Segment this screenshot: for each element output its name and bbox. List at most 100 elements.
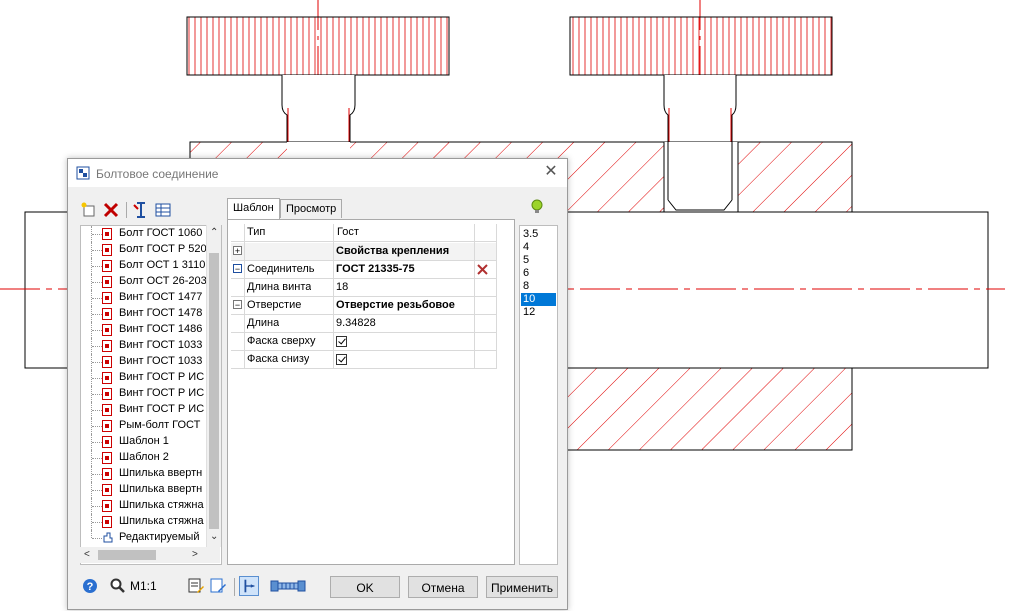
edit-table-icon[interactable] [187,577,205,595]
tree-hscroll-thumb[interactable] [98,550,156,560]
tree-item[interactable]: Болт ГОСТ 1060 [81,226,211,242]
title-bar: Болтовое соединение ✕ [68,159,567,187]
property-value: Свойства крепления [336,245,450,257]
scroll-right-icon[interactable]: > [192,549,198,560]
tree-scroll-thumb[interactable] [209,253,219,529]
size-item[interactable]: 8 [521,280,556,293]
scroll-down-icon[interactable]: ⌄ [210,531,218,542]
fastener-icon [102,436,112,448]
property-name: Фаска сверху [247,335,316,347]
property-name: Длина [247,317,280,329]
svg-text:?: ? [87,581,94,593]
apply-button[interactable]: Применить [486,576,558,598]
dimension-icon[interactable] [239,576,259,596]
new-item-icon[interactable] [80,201,98,219]
property-row[interactable]: Длина винта 18 [231,279,496,297]
tab-template[interactable]: Шаблон [227,198,280,219]
tree-vertical-scrollbar[interactable]: ⌃ ⌄ [206,225,221,547]
fastener-icon [102,308,112,320]
fastener-icon [102,388,112,400]
fastener-icon [102,372,112,384]
tree-item[interactable]: Шаблон 2 [81,450,211,466]
tree-item[interactable]: Винт ГОСТ 1478 [81,306,211,322]
zoom-icon[interactable] [110,578,126,594]
close-icon: ✕ [544,163,558,180]
fastener-icon [102,404,112,416]
property-row[interactable]: + Свойства крепления [231,243,496,261]
tree-item[interactable]: Шпилька ввертн [81,482,211,498]
tree-item[interactable]: Винт ГОСТ Р ИС [81,402,211,418]
collapse-icon[interactable]: − [233,264,242,274]
tree-item[interactable]: Шпилька стяжна [81,514,211,530]
edit-hand-icon [103,532,113,543]
property-value[interactable]: Отверстие резьбовое [336,297,455,314]
property-name: Фаска снизу [247,353,310,365]
property-value[interactable]: 18 [336,279,348,296]
fastener-icon [102,244,112,256]
tree-horizontal-scrollbar[interactable]: < > [80,547,220,563]
size-item[interactable]: 6 [521,267,556,280]
tree-item[interactable]: Шпилька стяжна [81,498,211,514]
collapse-icon[interactable]: − [233,300,242,310]
app-icon [76,166,90,180]
fastener-icon [102,468,112,480]
tree-item[interactable]: Болт ОСТ 26-203 [81,274,211,290]
grid-divider [244,224,245,369]
property-row[interactable]: Длина 9.34828 [231,315,496,333]
property-row[interactable]: − Отверстие Отверстие резьбовое [231,297,496,315]
tree-item[interactable]: Винт ГОСТ Р ИС [81,386,211,402]
tree-item[interactable]: Болт ГОСТ Р 520 [81,242,211,258]
size-item[interactable]: 5 [521,254,556,267]
expand-icon[interactable]: + [233,246,242,256]
chamfer-top-checkbox[interactable] [336,336,347,347]
fastener-icon [102,292,112,304]
tree-item[interactable]: Винт ГОСТ 1033 [81,354,211,370]
tree-item[interactable]: Винт ГОСТ Р ИС [81,370,211,386]
hint-bulb-icon[interactable] [530,199,544,215]
tree-item[interactable]: Шаблон 1 [81,434,211,450]
fastener-icon [102,500,112,512]
tree-item[interactable]: Шпилька ввертн [81,466,211,482]
tree-item[interactable]: Винт ГОСТ 1033 [81,338,211,354]
dialog-title: Болтовое соединение [96,167,219,181]
size-item[interactable]: 3.5 [521,228,556,241]
fastener-icon [102,420,112,432]
fastener-icon [102,356,112,368]
tree-item[interactable]: Болт ОСТ 1 3110 [81,258,211,274]
size-item[interactable]: 12 [521,306,556,319]
chamfer-bottom-checkbox[interactable] [336,354,347,365]
fastener-icon [102,276,112,288]
bolt-assembly-icon[interactable] [270,577,306,595]
fastener-icon [102,260,112,272]
property-row[interactable]: Фаска сверху [231,333,496,351]
fastener-tree[interactable]: Болт ГОСТ 1060 Болт ГОСТ Р 520 Болт ОСТ … [80,225,222,565]
scroll-left-icon[interactable]: < [84,549,90,560]
size-item-selected[interactable]: 10 [521,293,556,306]
tab-preview[interactable]: Просмотр [280,199,343,218]
property-row[interactable]: − Соединитель ГОСТ 21335-75 [231,261,496,279]
tree-item[interactable]: Редактируемый [81,530,211,546]
tree-item[interactable]: Винт ГОСТ 1486 [81,322,211,338]
help-icon[interactable]: ? [82,578,98,594]
tree-item[interactable]: Винт ГОСТ 1477 [81,290,211,306]
close-button[interactable]: ✕ [543,164,559,180]
ok-button[interactable]: OK [330,576,400,598]
cancel-button[interactable]: Отмена [408,576,478,598]
property-value[interactable]: ГОСТ 21335-75 [336,261,415,278]
properties-panel: Тип Гост + Свойства крепления − Соединит… [227,219,515,565]
edit-drawing-icon[interactable] [209,577,227,595]
size-item[interactable]: 4 [521,241,556,254]
delete-icon[interactable] [102,201,120,219]
table-icon[interactable] [154,201,172,219]
grid-divider [474,224,475,369]
scroll-up-icon[interactable]: ⌃ [210,227,218,238]
tree-item[interactable]: Рым-болт ГОСТ [81,418,211,434]
property-value[interactable]: 9.34828 [336,315,376,332]
size-list[interactable]: 3.5 4 5 6 8 10 12 [519,225,558,565]
grid-divider [333,224,334,369]
property-name: Соединитель [247,263,315,275]
property-row[interactable]: Фаска снизу [231,351,496,369]
insert-icon[interactable] [132,201,150,219]
property-name: Отверстие [247,299,302,311]
remove-icon[interactable] [477,264,488,275]
